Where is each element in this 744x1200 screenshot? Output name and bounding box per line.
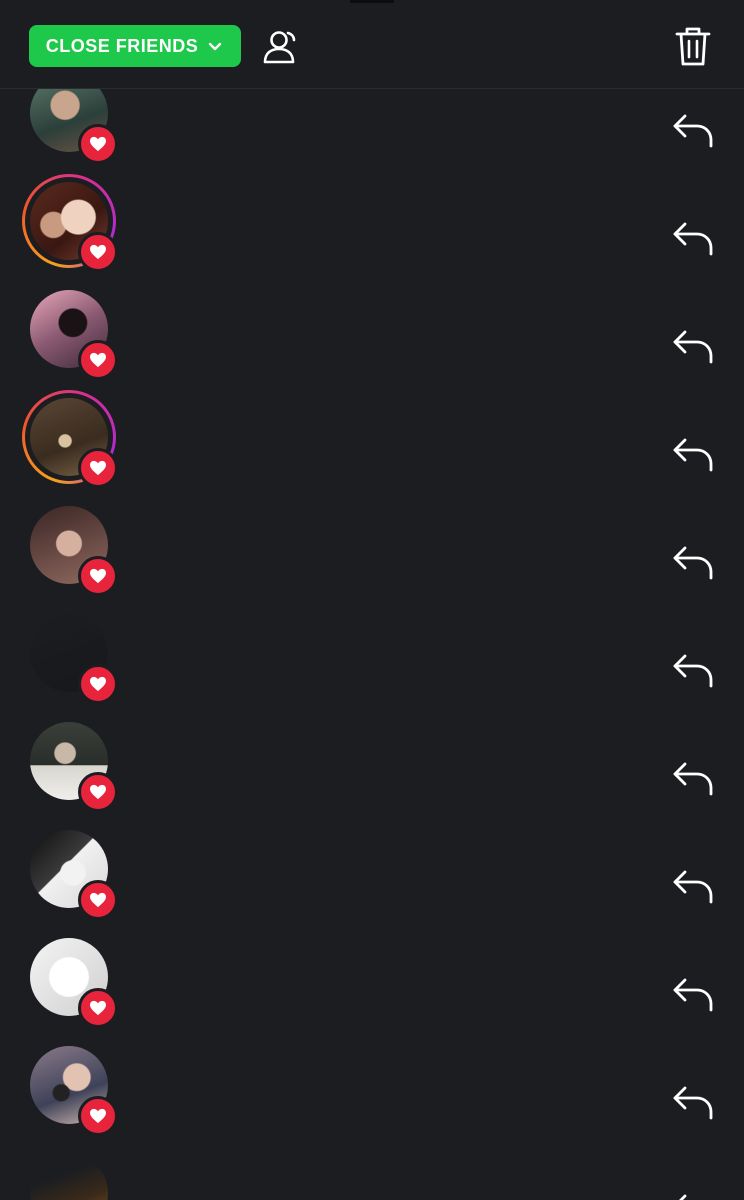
avatar-image [30,1154,108,1200]
viewer-row[interactable] [0,934,744,1042]
viewer-avatar[interactable] [22,930,118,1028]
reply-icon[interactable] [671,1082,715,1122]
viewer-row[interactable] [0,1042,744,1150]
reply-icon[interactable] [671,434,715,474]
viewers-icon[interactable] [259,26,301,68]
viewer-avatar[interactable] [22,714,118,812]
viewer-avatar[interactable] [22,1038,118,1136]
heart-icon [78,448,118,488]
viewer-avatar[interactable] [22,1146,116,1200]
reply-icon[interactable] [671,974,715,1014]
heart-icon [78,340,118,380]
reply-icon[interactable] [671,758,715,798]
status-notch [350,0,394,3]
reply-icon[interactable] [671,1190,715,1200]
close-friends-label: CLOSE FRIENDS [45,35,199,56]
heart-icon [78,556,118,596]
heart-icon [78,664,118,704]
viewer-row[interactable] [0,826,744,934]
viewer-row[interactable] [0,286,744,394]
heart-icon [78,232,118,272]
top-bar: CLOSE FRIENDS [0,0,744,89]
viewer-list[interactable] [0,0,744,1200]
heart-icon [78,880,118,920]
heart-icon [78,772,118,812]
reply-icon[interactable] [671,110,715,150]
viewer-avatar[interactable] [22,498,118,596]
viewer-row[interactable] [0,718,744,826]
viewer-row[interactable] [0,174,744,286]
viewer-avatar[interactable] [22,606,118,704]
viewer-row[interactable] [0,1150,744,1200]
viewer-row[interactable] [0,502,744,610]
heart-icon [78,124,118,164]
story-viewers-screen: CLOSE FRIENDS [0,0,744,1200]
close-friends-button[interactable]: CLOSE FRIENDS [29,25,241,67]
reply-icon[interactable] [671,650,715,690]
viewer-avatar[interactable] [22,822,118,920]
reply-icon[interactable] [671,542,715,582]
trash-icon[interactable] [672,24,714,68]
reply-icon[interactable] [671,326,715,366]
heart-icon [78,1096,118,1136]
viewer-avatar[interactable] [22,282,118,380]
viewer-row[interactable] [0,610,744,718]
viewer-row[interactable] [0,390,744,502]
reply-icon[interactable] [671,218,715,258]
reply-icon[interactable] [671,866,715,906]
heart-icon [78,988,118,1028]
viewer-avatar[interactable] [22,174,118,272]
viewer-avatar[interactable] [22,390,118,488]
chevron-down-icon [206,37,224,55]
